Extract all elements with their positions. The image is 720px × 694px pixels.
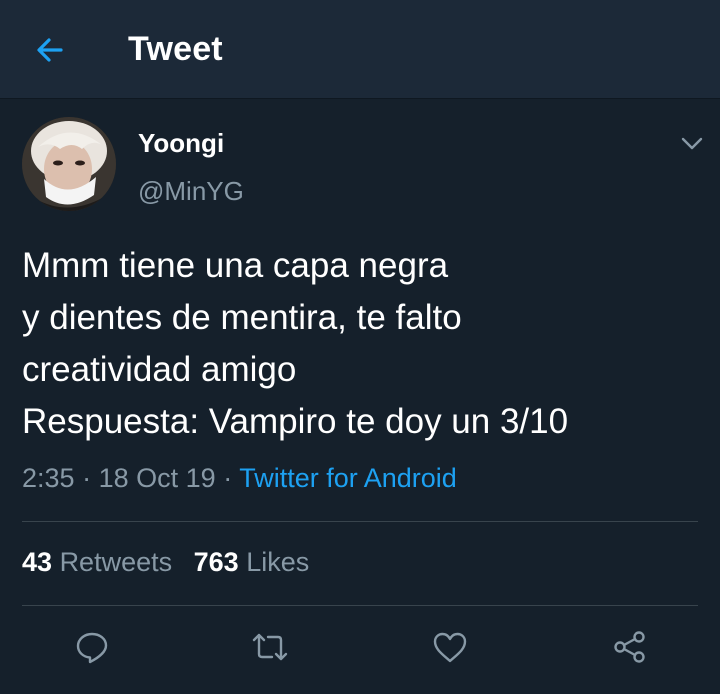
- tweet-text-line: creatividad amigo: [22, 350, 297, 389]
- divider: [22, 605, 698, 606]
- retweets-count: 43: [22, 547, 53, 577]
- back-button[interactable]: [28, 28, 72, 72]
- tweet-time: 2:35: [22, 463, 75, 493]
- tweet-source-link[interactable]: Twitter for Android: [239, 463, 457, 493]
- chevron-down-icon: [681, 137, 703, 150]
- avatar[interactable]: [22, 117, 116, 211]
- page-title: Tweet: [128, 30, 223, 68]
- likes-count: 763: [193, 547, 239, 577]
- tweet-text-line: Respuesta: Vampiro te doy un 3/10: [22, 402, 569, 441]
- reply-button[interactable]: [70, 625, 114, 669]
- reply-icon: [76, 632, 108, 664]
- retweets-stat[interactable]: 43 Retweets: [22, 547, 172, 577]
- author-handle[interactable]: @MinYG: [138, 176, 244, 207]
- tweet-stats: 43 Retweets 763 Likes: [22, 547, 323, 578]
- avatar-image: [22, 117, 116, 211]
- back-arrow-icon: [37, 38, 63, 62]
- share-button[interactable]: [608, 625, 652, 669]
- top-bar: Tweet: [0, 0, 720, 99]
- tweet-text-line: Mmm tiene una capa negra: [22, 246, 449, 285]
- likes-stat[interactable]: 763 Likes: [194, 547, 310, 577]
- retweets-label: Retweets: [59, 547, 173, 577]
- like-button[interactable]: [428, 625, 472, 669]
- tweet-meta: 2:35 · 18 Oct 19 · Twitter for Android: [22, 463, 457, 494]
- meta-separator: ·: [82, 463, 92, 493]
- tweet-text: Mmm tiene una capa negra y dientes de me…: [22, 240, 702, 448]
- author-name[interactable]: Yoongi: [138, 128, 224, 159]
- retweet-icon: [252, 633, 288, 661]
- divider: [22, 521, 698, 522]
- likes-label: Likes: [246, 547, 310, 577]
- more-options-button[interactable]: [676, 128, 708, 160]
- meta-separator: ·: [223, 463, 233, 493]
- tweet-text-line: y dientes de mentira, te falto: [22, 298, 462, 337]
- share-icon: [614, 631, 645, 663]
- like-icon: [433, 632, 467, 663]
- retweet-button[interactable]: [248, 625, 292, 669]
- tweet-date: 18 Oct 19: [98, 463, 216, 493]
